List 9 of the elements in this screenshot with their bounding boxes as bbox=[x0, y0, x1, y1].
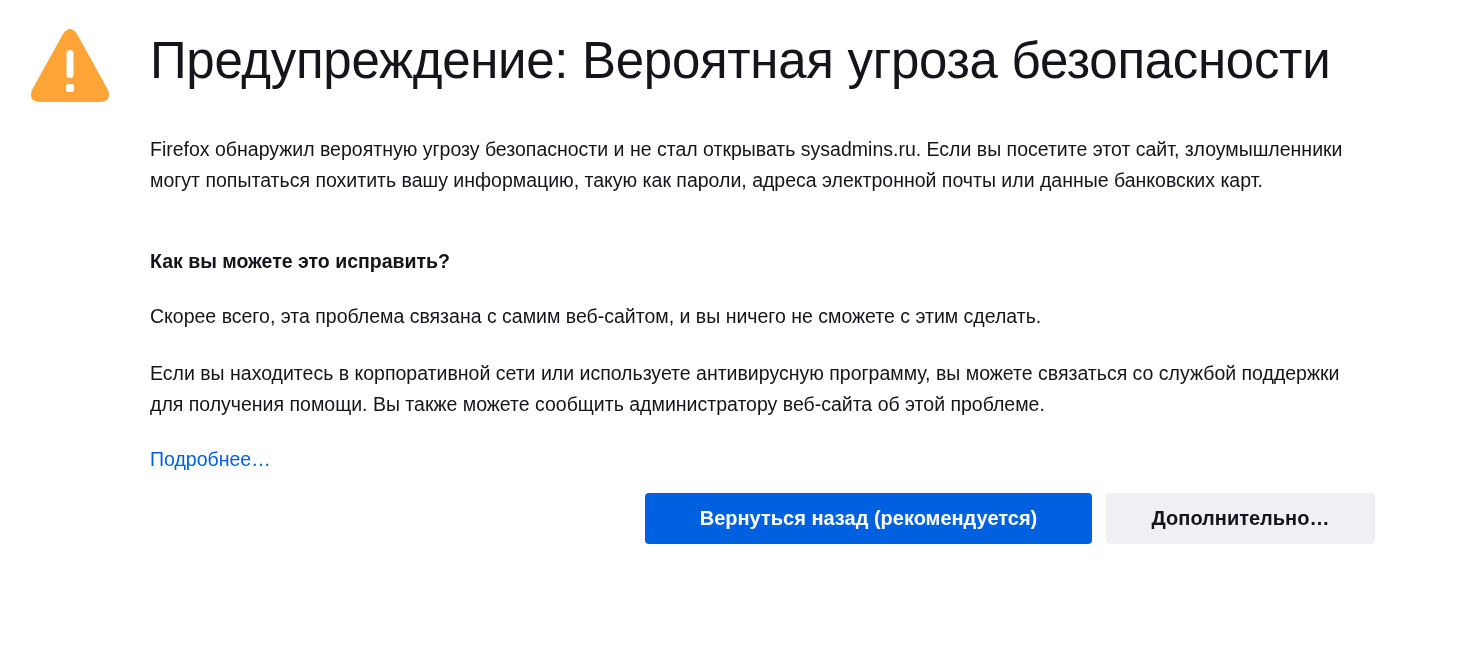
go-back-button[interactable]: Вернуться назад (рекомендуется) bbox=[645, 493, 1092, 544]
description-text: Firefox обнаружил вероятную угрозу безопасности и не стал открывать sysadmins.ru. Если вы посетите этот сайт, злоумышленники могут попытаться похитить вашу информацию, такую как пароли, адреса электронной почты или данные банковских карт. bbox=[150, 137, 1344, 193]
advanced-button[interactable]: Дополнительно… bbox=[1106, 493, 1375, 544]
paragraph-text: Скорее всего, эта проблема связана с самим веб-сайтом, и вы ничего не сможете с этим сделать. bbox=[150, 304, 1043, 329]
page-title: Предупреждение: Вероятная угроза безопасности bbox=[150, 31, 1332, 91]
paragraph-text: Если вы находитесь в корпоративной сети или используете антивирусную программу, вы можете связаться со службой поддержки для получения помощи. Вы также можете сообщить администратору веб-сайта об этой проблеме. bbox=[150, 361, 1341, 417]
warning-icon bbox=[30, 28, 110, 104]
learn-more-link[interactable]: Подробнее… bbox=[150, 444, 271, 475]
section-heading: Как вы можете это исправить? bbox=[150, 249, 451, 274]
